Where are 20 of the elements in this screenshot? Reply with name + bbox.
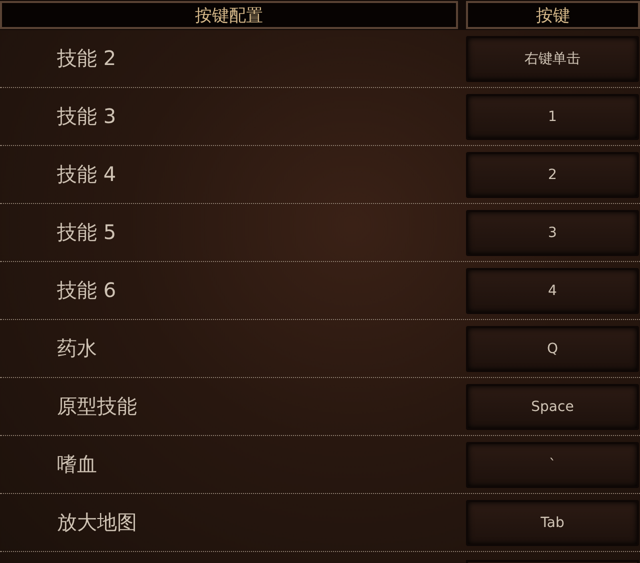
key-button[interactable]: `	[466, 442, 639, 488]
column-header: 按键配置	[0, 1, 458, 29]
key-button[interactable]: Space	[466, 384, 639, 430]
column-header: 按键	[466, 1, 640, 29]
action-label: 技能 2	[56, 45, 116, 72]
key-button[interactable]: 3	[466, 210, 639, 256]
key-button[interactable]: 4	[466, 268, 639, 314]
key-button[interactable]: 右键单击	[466, 36, 639, 82]
action-label: 嗜血	[56, 451, 97, 478]
action-label: 技能 5	[56, 219, 116, 246]
key-button[interactable]: Tab	[466, 500, 639, 546]
action-label: 技能 6	[56, 277, 116, 304]
key-button[interactable]: 2	[466, 152, 639, 198]
key-button[interactable]: 1	[466, 94, 639, 140]
action-label: 原型技能	[56, 393, 137, 420]
action-label: 放大地图	[56, 509, 137, 536]
action-label: 药水	[56, 335, 97, 362]
action-label: 技能 3	[56, 103, 116, 130]
key-button[interactable]: Q	[466, 326, 639, 372]
action-label: 技能 4	[56, 161, 116, 188]
